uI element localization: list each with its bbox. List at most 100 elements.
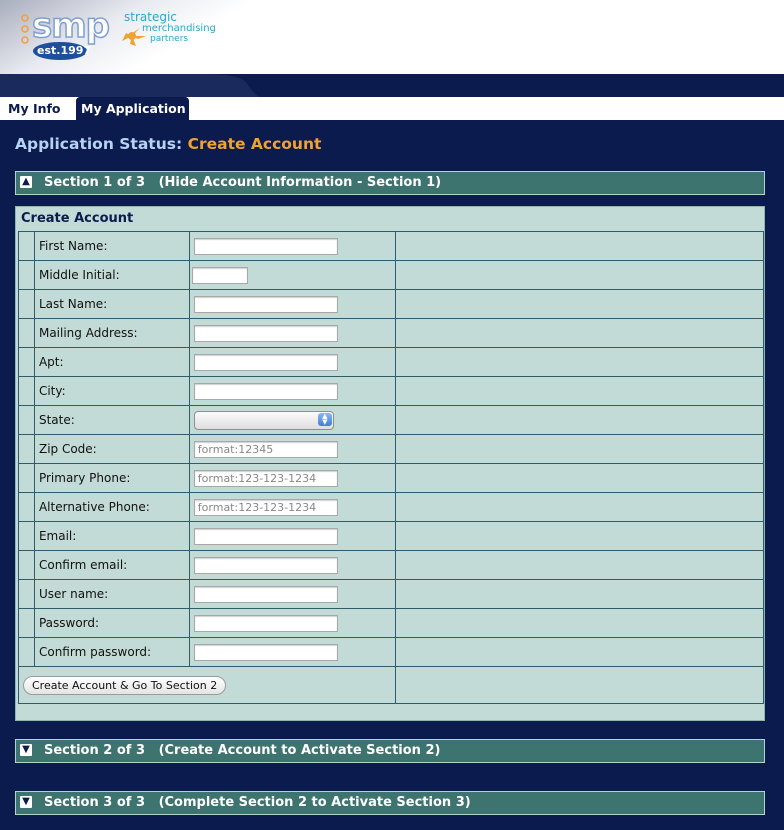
apt-input[interactable]: [193, 353, 338, 371]
field-cell: [188, 318, 396, 348]
state-select[interactable]: ▲ ▼: [193, 410, 334, 430]
section-1-title: Section 1 of 3 (Hide Account Information…: [44, 175, 442, 190]
form-row: Apt:: [18, 347, 765, 377]
row-extra: [394, 376, 765, 406]
row-extra: [394, 289, 765, 319]
first-name-input[interactable]: [193, 237, 338, 255]
submit-row: Create Account & Go To Section 2: [18, 666, 765, 704]
field-cell: [188, 376, 396, 406]
form-row: City:: [18, 376, 765, 406]
alternative-phone-input[interactable]: [193, 498, 338, 516]
row-gutter: [18, 347, 35, 377]
field-cell: ▲ ▼: [188, 405, 396, 435]
row-gutter: [18, 289, 35, 319]
tab-my-application[interactable]: My Application: [76, 97, 189, 120]
row-gutter: [18, 637, 35, 667]
form-row: State: ▲ ▼: [18, 405, 765, 435]
field-label: First Name:: [33, 231, 190, 261]
select-arrows-icon: ▲ ▼: [317, 412, 332, 426]
row-extra: [394, 666, 765, 704]
row-extra: [394, 434, 765, 464]
primary-phone-input[interactable]: [193, 469, 338, 487]
form-row: Middle Initial:: [18, 260, 765, 290]
row-extra: [394, 463, 765, 493]
status-label: Application Status:: [15, 135, 183, 153]
field-cell: [188, 637, 396, 667]
row-extra: [394, 550, 765, 580]
row-gutter: [18, 579, 35, 609]
field-cell: [188, 289, 396, 319]
row-extra: [394, 521, 765, 551]
row-extra: [394, 347, 765, 377]
form-row: Alternative Phone:: [18, 492, 765, 522]
row-extra: [394, 637, 765, 667]
row-extra: [394, 579, 765, 609]
row-gutter: [18, 376, 35, 406]
section-3-toggle[interactable]: ▼ Section 3 of 3 (Complete Section 2 to …: [15, 791, 765, 815]
row-gutter: [18, 260, 35, 290]
password-input[interactable]: [193, 614, 338, 632]
create-account-button[interactable]: Create Account & Go To Section 2: [23, 675, 227, 695]
tagline-line-2: merchandising: [142, 23, 216, 34]
field-label: Confirm password:: [33, 637, 190, 667]
section-1-toggle[interactable]: ▲ Section 1 of 3 (Hide Account Informati…: [15, 171, 765, 195]
field-cell: [188, 521, 396, 551]
email-input[interactable]: [193, 527, 338, 545]
row-gutter: [18, 405, 35, 435]
city-input[interactable]: [193, 382, 338, 400]
field-label: Primary Phone:: [33, 463, 190, 493]
field-label: Mailing Address:: [33, 318, 190, 348]
field-cell: [188, 463, 396, 493]
form-row: Email:: [18, 521, 765, 551]
form-row: User name:: [18, 579, 765, 609]
section-3-title: Section 3 of 3 (Complete Section 2 to Ac…: [44, 795, 471, 810]
field-label: City:: [33, 376, 190, 406]
field-cell: [188, 434, 396, 464]
tab-bar: My Info My Application: [0, 97, 784, 120]
form-row: Last Name:: [18, 289, 765, 319]
form-row: Confirm email:: [18, 550, 765, 580]
user-name-input[interactable]: [193, 585, 338, 603]
section-2-toggle[interactable]: ▼ Section 2 of 3 (Create Account to Acti…: [15, 739, 765, 763]
mailing-address-input[interactable]: [193, 324, 338, 342]
form-row: Primary Phone:: [18, 463, 765, 493]
panel-title: Create Account: [21, 211, 134, 226]
confirm-password-input[interactable]: [193, 643, 338, 661]
tab-my-info[interactable]: My Info: [4, 97, 72, 120]
field-cell: [188, 231, 396, 261]
field-label: Last Name:: [33, 289, 190, 319]
form-row: Mailing Address:: [18, 318, 765, 348]
logo-text: smp: [31, 5, 111, 47]
field-label: Alternative Phone:: [33, 492, 190, 522]
field-cell: [188, 492, 396, 522]
form-row: Password:: [18, 608, 765, 638]
zip-code-input[interactable]: [193, 440, 338, 458]
row-gutter: [18, 492, 35, 522]
row-gutter: [18, 521, 35, 551]
field-label: User name:: [33, 579, 190, 609]
middle-initial-input[interactable]: [191, 266, 248, 284]
row-extra: [394, 260, 765, 290]
field-cell: [188, 579, 396, 609]
collapse-up-icon[interactable]: ▲: [20, 176, 32, 188]
expand-down-icon[interactable]: ▼: [20, 744, 32, 756]
expand-down-icon[interactable]: ▼: [20, 796, 32, 808]
row-gutter: [18, 550, 35, 580]
application-status: Application Status: Create Account: [15, 135, 321, 153]
field-cell: [188, 608, 396, 638]
confirm-email-input[interactable]: [193, 556, 338, 574]
field-label: Email:: [33, 521, 190, 551]
row-extra: [394, 608, 765, 638]
section-2-title: Section 2 of 3 (Create Account to Activa…: [44, 743, 441, 758]
last-name-input[interactable]: [193, 295, 338, 313]
field-cell: [188, 550, 396, 580]
field-label: Zip Code:: [33, 434, 190, 464]
row-extra: [394, 405, 765, 435]
submit-cell: Create Account & Go To Section 2: [18, 666, 396, 704]
create-account-panel: Create Account First Name: Middle Initial…: [15, 206, 765, 721]
field-label: Apt:: [33, 347, 190, 377]
row-gutter: [18, 608, 35, 638]
field-label: State:: [33, 405, 190, 435]
site-header: smp est.1997 strategic merchandising par…: [0, 0, 784, 97]
row-extra: [394, 318, 765, 348]
